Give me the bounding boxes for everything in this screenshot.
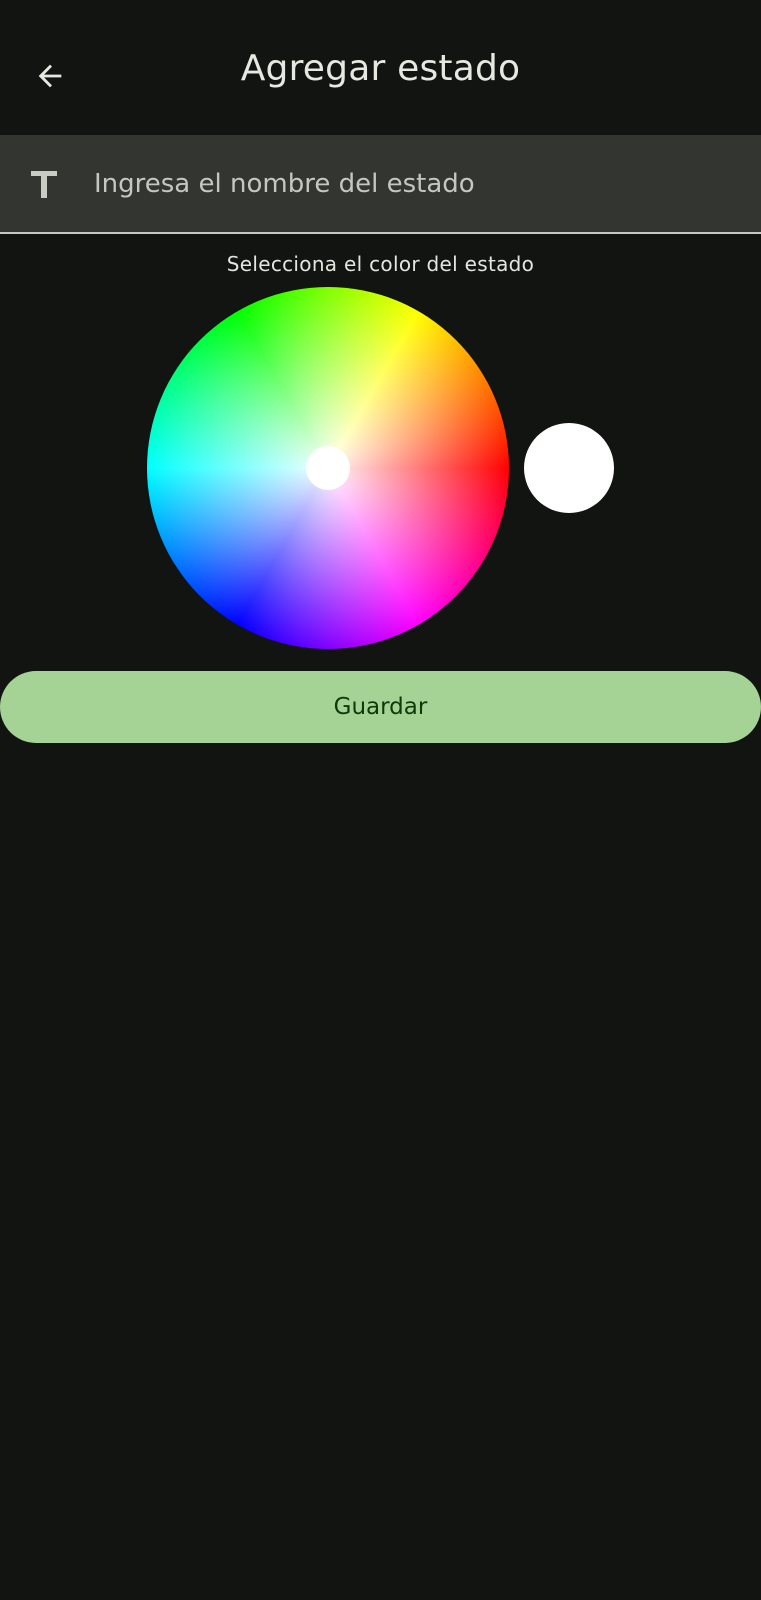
color-picker-label: Selecciona el color del estado [226, 252, 535, 276]
add-status-screen: Agregar estado Selecciona el color del e… [0, 0, 761, 1600]
selected-color-preview [524, 423, 614, 513]
page-title: Agregar estado [240, 48, 521, 89]
color-wheel-handle[interactable] [306, 446, 350, 490]
save-button[interactable]: Guardar [0, 671, 761, 743]
text-format-icon [31, 171, 57, 198]
top-app-bar: Agregar estado [0, 0, 761, 132]
status-name-field[interactable] [0, 135, 761, 234]
status-name-input[interactable] [94, 159, 734, 209]
